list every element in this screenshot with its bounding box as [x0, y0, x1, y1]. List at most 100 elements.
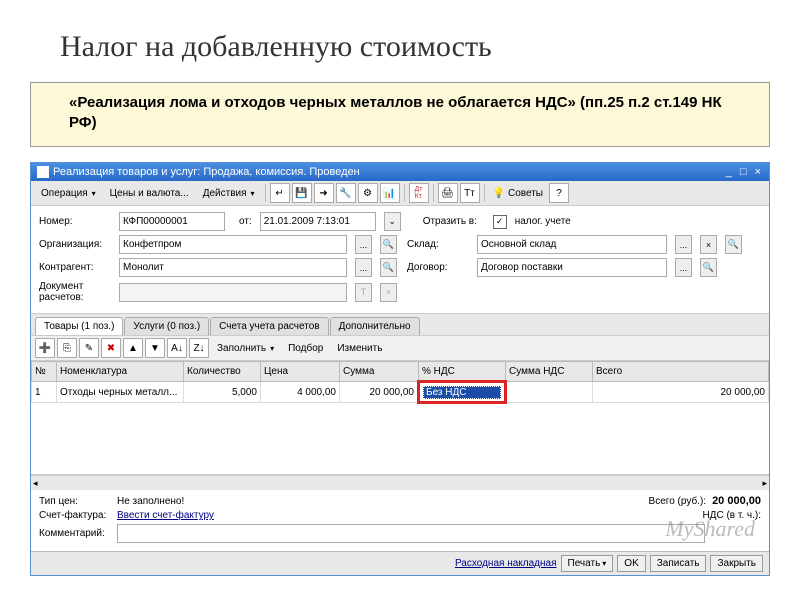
- tab-goods[interactable]: Товары (1 поз.): [35, 317, 123, 335]
- goods-grid[interactable]: № Номенклатура Количество Цена Сумма % Н…: [31, 361, 769, 490]
- cell-vat[interactable]: Без НДС: [419, 382, 506, 403]
- org-select-button[interactable]: ...: [355, 235, 372, 254]
- copy-row-icon[interactable]: ⎘: [57, 338, 77, 358]
- warehouse-clear-button[interactable]: ×: [700, 235, 717, 254]
- cell-vatsum[interactable]: [506, 382, 593, 403]
- date-field[interactable]: [260, 212, 376, 231]
- invoice-link[interactable]: Ввести счет-фактуру: [117, 510, 214, 521]
- col-n[interactable]: №: [32, 362, 57, 382]
- grid-empty-area: [31, 404, 769, 475]
- add-row-icon[interactable]: ➕: [35, 338, 55, 358]
- separator: [433, 184, 434, 202]
- number-field[interactable]: [119, 212, 225, 231]
- print-icon[interactable]: 🖨: [438, 183, 458, 203]
- menubar: Операция Цены и валюта... Действия ↵ 💾 ➜…: [31, 181, 769, 206]
- action-icon[interactable]: ⚙: [358, 183, 378, 203]
- cell-n[interactable]: 1: [32, 382, 57, 403]
- contract-label: Договор:: [407, 262, 469, 273]
- h-scrollbar[interactable]: ◂▸: [31, 475, 769, 490]
- maximize-button[interactable]: □: [738, 166, 749, 178]
- help-icon[interactable]: ?: [549, 183, 569, 203]
- structure-icon[interactable]: 🔧: [336, 183, 356, 203]
- sort-desc-icon[interactable]: Z↓: [189, 338, 209, 358]
- org-label: Организация:: [39, 239, 111, 250]
- tab-services[interactable]: Услуги (0 поз.): [124, 317, 209, 335]
- move-up-icon[interactable]: ▲: [123, 338, 143, 358]
- fill-button[interactable]: Заполнить: [211, 341, 280, 356]
- waybill-link[interactable]: Расходная накладная: [455, 558, 557, 569]
- invoice-label: Счет-фактура:: [39, 510, 111, 521]
- menu-actions[interactable]: Действия: [197, 186, 261, 201]
- select-button[interactable]: Подбор: [282, 341, 329, 356]
- contract-field[interactable]: [477, 258, 667, 277]
- pricetype-value: Не заполнено!: [117, 496, 184, 507]
- counter-select-button[interactable]: ...: [355, 258, 372, 277]
- col-total[interactable]: Всего: [593, 362, 769, 382]
- cell-nom[interactable]: Отходы черных металл...: [57, 382, 184, 403]
- titlebar: Реализация товаров и услуг: Продажа, ком…: [31, 163, 769, 181]
- cell-total[interactable]: 20 000,00: [593, 382, 769, 403]
- doc-clear-button[interactable]: ×: [380, 283, 397, 302]
- save-icon[interactable]: 💾: [292, 183, 312, 203]
- print-label: Печать: [568, 558, 601, 569]
- grid-header-row: № Номенклатура Количество Цена Сумма % Н…: [32, 362, 769, 382]
- warehouse-field[interactable]: [477, 235, 667, 254]
- reflect-label: Отразить в:: [423, 216, 485, 227]
- cell-sum[interactable]: 20 000,00: [340, 382, 419, 403]
- edit-button[interactable]: Изменить: [331, 341, 388, 356]
- minimize-button[interactable]: _: [724, 166, 734, 178]
- slide-title: Налог на добавленную стоимость: [0, 0, 800, 82]
- col-nom[interactable]: Номенклатура: [57, 362, 184, 382]
- edit-row-icon[interactable]: ✎: [79, 338, 99, 358]
- date-label: от:: [239, 216, 252, 227]
- col-vatsum[interactable]: Сумма НДС: [506, 362, 593, 382]
- menu-operation[interactable]: Операция: [35, 186, 102, 201]
- ok-button[interactable]: OK: [617, 555, 645, 572]
- org-search-button[interactable]: 🔍: [380, 235, 397, 254]
- summary-area: Тип цен: Не заполнено! Всего (руб.): 20 …: [31, 490, 769, 551]
- col-price[interactable]: Цена: [261, 362, 340, 382]
- col-qty[interactable]: Количество: [184, 362, 261, 382]
- close-button[interactable]: ×: [753, 166, 763, 178]
- window-title: Реализация товаров и услуг: Продажа, ком…: [53, 166, 720, 178]
- contract-select-button[interactable]: ...: [675, 258, 692, 277]
- grid-row[interactable]: 1 Отходы черных металл... 5,000 4 000,00…: [32, 382, 769, 403]
- col-vat[interactable]: % НДС: [419, 362, 506, 382]
- doc-label: Документ расчетов:: [39, 281, 111, 303]
- tab-accounts[interactable]: Счета учета расчетов: [210, 317, 328, 335]
- cell-qty[interactable]: 5,000: [184, 382, 261, 403]
- dtkt-icon[interactable]: ДтКт: [409, 183, 429, 203]
- doc-field[interactable]: [119, 283, 347, 302]
- footer: Расходная накладная Печать▾ OK Записать …: [31, 551, 769, 575]
- save-button[interactable]: Записать: [650, 555, 707, 572]
- tab-more[interactable]: Дополнительно: [330, 317, 420, 335]
- template-icon[interactable]: Tт: [460, 183, 480, 203]
- doc-t-button[interactable]: T: [355, 283, 372, 302]
- separator: [484, 184, 485, 202]
- close-button[interactable]: Закрыть: [710, 555, 763, 572]
- goto-icon[interactable]: ➜: [314, 183, 334, 203]
- comment-field[interactable]: [117, 524, 705, 543]
- cell-price[interactable]: 4 000,00: [261, 382, 340, 403]
- move-down-icon[interactable]: ▼: [145, 338, 165, 358]
- org-field[interactable]: [119, 235, 347, 254]
- total-label: Всего (руб.):: [649, 496, 707, 507]
- warehouse-label: Склад:: [407, 239, 469, 250]
- warehouse-search-button[interactable]: 🔍: [725, 235, 742, 254]
- contract-search-button[interactable]: 🔍: [700, 258, 717, 277]
- warehouse-select-button[interactable]: ...: [675, 235, 692, 254]
- date-picker-button[interactable]: ⌄: [384, 212, 401, 231]
- sort-asc-icon[interactable]: A↓: [167, 338, 187, 358]
- vat-selected: Без НДС: [423, 386, 501, 399]
- tips-label: Советы: [508, 188, 543, 199]
- post-icon[interactable]: ↵: [270, 183, 290, 203]
- col-sum[interactable]: Сумма: [340, 362, 419, 382]
- delete-row-icon[interactable]: ✖: [101, 338, 121, 358]
- print-button[interactable]: Печать▾: [561, 555, 614, 572]
- tips-button[interactable]: 💡Советы: [489, 187, 547, 200]
- tax-checkbox[interactable]: ✓: [493, 215, 507, 229]
- report-icon[interactable]: 📊: [380, 183, 400, 203]
- menu-prices[interactable]: Цены и валюта...: [104, 186, 195, 201]
- counter-search-button[interactable]: 🔍: [380, 258, 397, 277]
- counter-field[interactable]: [119, 258, 347, 277]
